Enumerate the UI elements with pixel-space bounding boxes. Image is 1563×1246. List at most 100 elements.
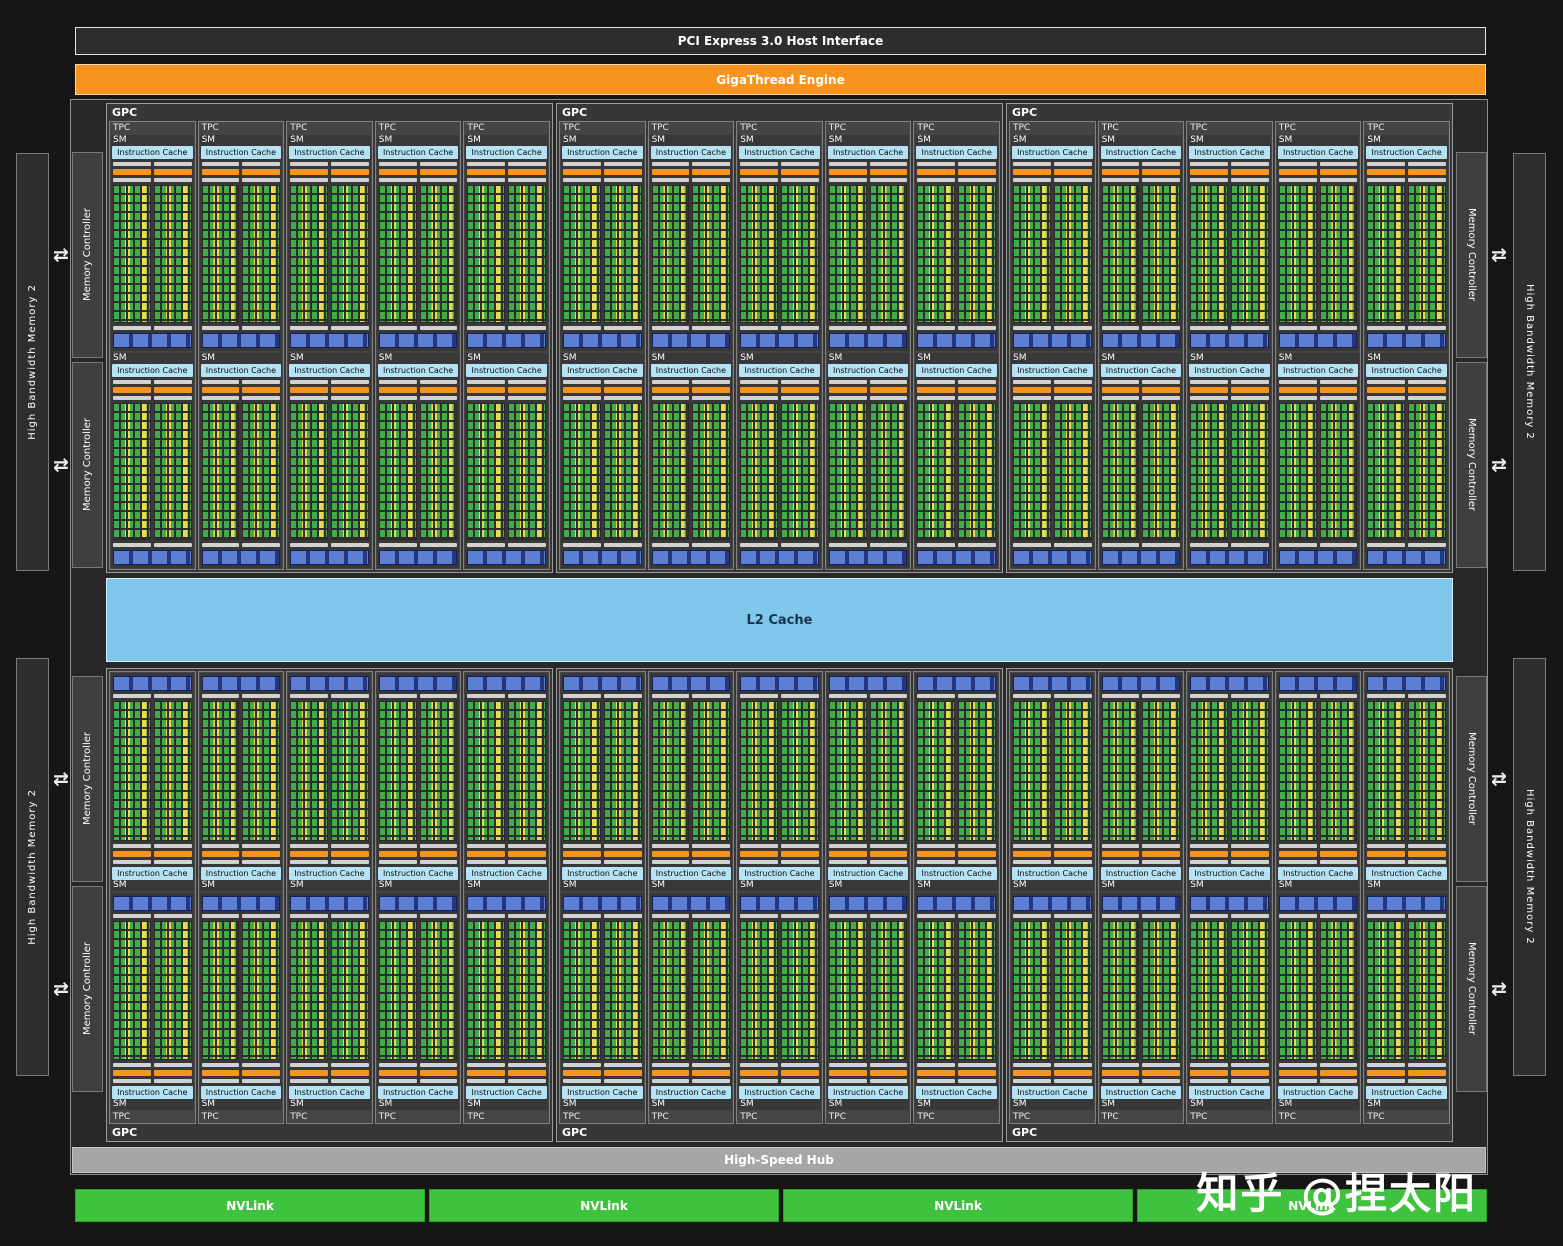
- dispatch-row: [419, 178, 458, 182]
- processing-block: [1101, 694, 1140, 864]
- memory-controller-label: Memory Controller: [82, 208, 93, 302]
- instruction-buffer-row: [1101, 379, 1140, 384]
- dispatch-row: [917, 1063, 956, 1067]
- core-grid: [330, 920, 369, 1060]
- tpc-block: TPC SM Instruction Cache SM Instruction Cach…: [736, 121, 823, 570]
- ldst-sfu-row: [1101, 913, 1140, 918]
- core-grid: [1367, 701, 1406, 841]
- processing-block: [869, 379, 908, 547]
- processing-block: [563, 379, 601, 547]
- dispatch-row: [419, 395, 458, 400]
- sm-core-area: [200, 159, 283, 333]
- warp-scheduler-row: [153, 169, 192, 175]
- ldst-sfu-row: [242, 913, 281, 918]
- dispatch-row: [113, 843, 151, 848]
- warp-scheduler-row: [958, 386, 996, 393]
- core-grid: [113, 402, 151, 540]
- sm-label: SM: [651, 352, 666, 363]
- ldst-sfu-row: [153, 325, 192, 330]
- core-grid: [508, 402, 546, 540]
- processing-block: [917, 694, 956, 864]
- gpc-label: GPC: [112, 1126, 138, 1139]
- core-grid: [692, 185, 731, 323]
- processing-block: [1190, 913, 1228, 1083]
- processing-block: [1230, 913, 1269, 1083]
- core-grid: [1408, 701, 1446, 841]
- warp-scheduler-row: [1101, 850, 1140, 857]
- instruction-buffer-row: [692, 379, 731, 384]
- processing-block: [1053, 694, 1092, 864]
- warp-scheduler-row: [113, 386, 151, 393]
- pcie-host-interface-bar: PCI Express 3.0 Host Interface: [75, 27, 1486, 55]
- dispatch-row: [467, 843, 506, 848]
- sm-core-area: [200, 911, 283, 1087]
- texture-units-row: [290, 332, 369, 348]
- core-grid: [1190, 185, 1228, 323]
- dispatch-row: [780, 1063, 819, 1067]
- ldst-sfu-row: [153, 694, 192, 698]
- warp-scheduler-row: [869, 1070, 908, 1076]
- processing-block: [603, 162, 642, 330]
- sm-label: SM: [828, 135, 843, 145]
- instruction-buffer-row: [958, 379, 996, 384]
- dispatch-row: [740, 843, 778, 848]
- memory-controller-bar: Memory Controller: [72, 362, 103, 568]
- warp-scheduler-row: [869, 169, 908, 175]
- dispatch-row: [869, 1063, 908, 1067]
- texture-units-row: [828, 895, 908, 911]
- sm-core-area: [1100, 159, 1183, 333]
- texture-units-row: [1101, 550, 1181, 565]
- sm-label: SM: [290, 135, 304, 145]
- gpc-label: GPC: [1012, 1126, 1038, 1139]
- instruction-buffer-row: [153, 162, 192, 166]
- instruction-buffer-row: [1278, 162, 1317, 166]
- ldst-sfu-row: [1408, 694, 1446, 698]
- tpc-label: TPC: [378, 1112, 396, 1122]
- instruction-cache-bar: Instruction Cache: [1189, 363, 1270, 377]
- dispatch-row: [1278, 178, 1317, 182]
- dispatch-row: [378, 843, 417, 848]
- sm-block: SM Instruction Cache: [465, 135, 548, 351]
- sm-block: SM Instruction Cache: [288, 892, 371, 1110]
- texture-units-row: [828, 676, 908, 691]
- dispatch-row: [1101, 843, 1140, 848]
- warp-scheduler-row: [1053, 386, 1092, 393]
- warp-scheduler-row: [1013, 850, 1051, 857]
- sm-block: SM Instruction Cache: [288, 352, 371, 568]
- dispatch-row: [958, 1063, 996, 1067]
- core-grid: [1142, 402, 1181, 540]
- instruction-cache-bar: Instruction Cache: [377, 146, 459, 159]
- core-grid: [1190, 701, 1228, 841]
- core-grid: [1367, 402, 1406, 540]
- processing-block: [419, 913, 458, 1083]
- sm-block: SM Instruction Cache: [376, 673, 460, 891]
- warp-scheduler-row: [563, 386, 601, 393]
- instruction-buffer-row: [467, 1079, 506, 1083]
- dispatch-row: [330, 395, 369, 400]
- instruction-cache-bar: Instruction Cache: [1100, 363, 1182, 377]
- sm-label: SM: [917, 135, 931, 145]
- sm-label: SM: [1190, 352, 1204, 363]
- sm-label: SM: [113, 1099, 127, 1109]
- processing-block: [467, 162, 506, 330]
- dispatch-row: [603, 1063, 642, 1067]
- warp-scheduler-row: [563, 1070, 601, 1076]
- warp-scheduler-row: [740, 386, 778, 393]
- sm-block: SM Instruction Cache: [1276, 673, 1360, 891]
- sm-label: SM: [1278, 1099, 1293, 1109]
- sm-core-area: [650, 691, 733, 867]
- ldst-sfu-row: [1367, 325, 1406, 330]
- core-grid: [651, 920, 690, 1060]
- dispatch-row: [1319, 178, 1358, 182]
- ldst-sfu-row: [1230, 694, 1269, 698]
- instruction-buffer-row: [419, 859, 458, 864]
- processing-block: [378, 913, 417, 1083]
- dispatch-row: [1278, 843, 1317, 848]
- texture-units-row: [563, 895, 642, 911]
- instruction-cache-bar: Instruction Cache: [1100, 1086, 1182, 1099]
- instruction-buffer-row: [828, 162, 867, 166]
- processing-block: [740, 913, 778, 1083]
- sm-block: SM Instruction Cache: [199, 892, 283, 1110]
- sm-core-area: [1188, 377, 1271, 551]
- instruction-buffer-row: [563, 379, 601, 384]
